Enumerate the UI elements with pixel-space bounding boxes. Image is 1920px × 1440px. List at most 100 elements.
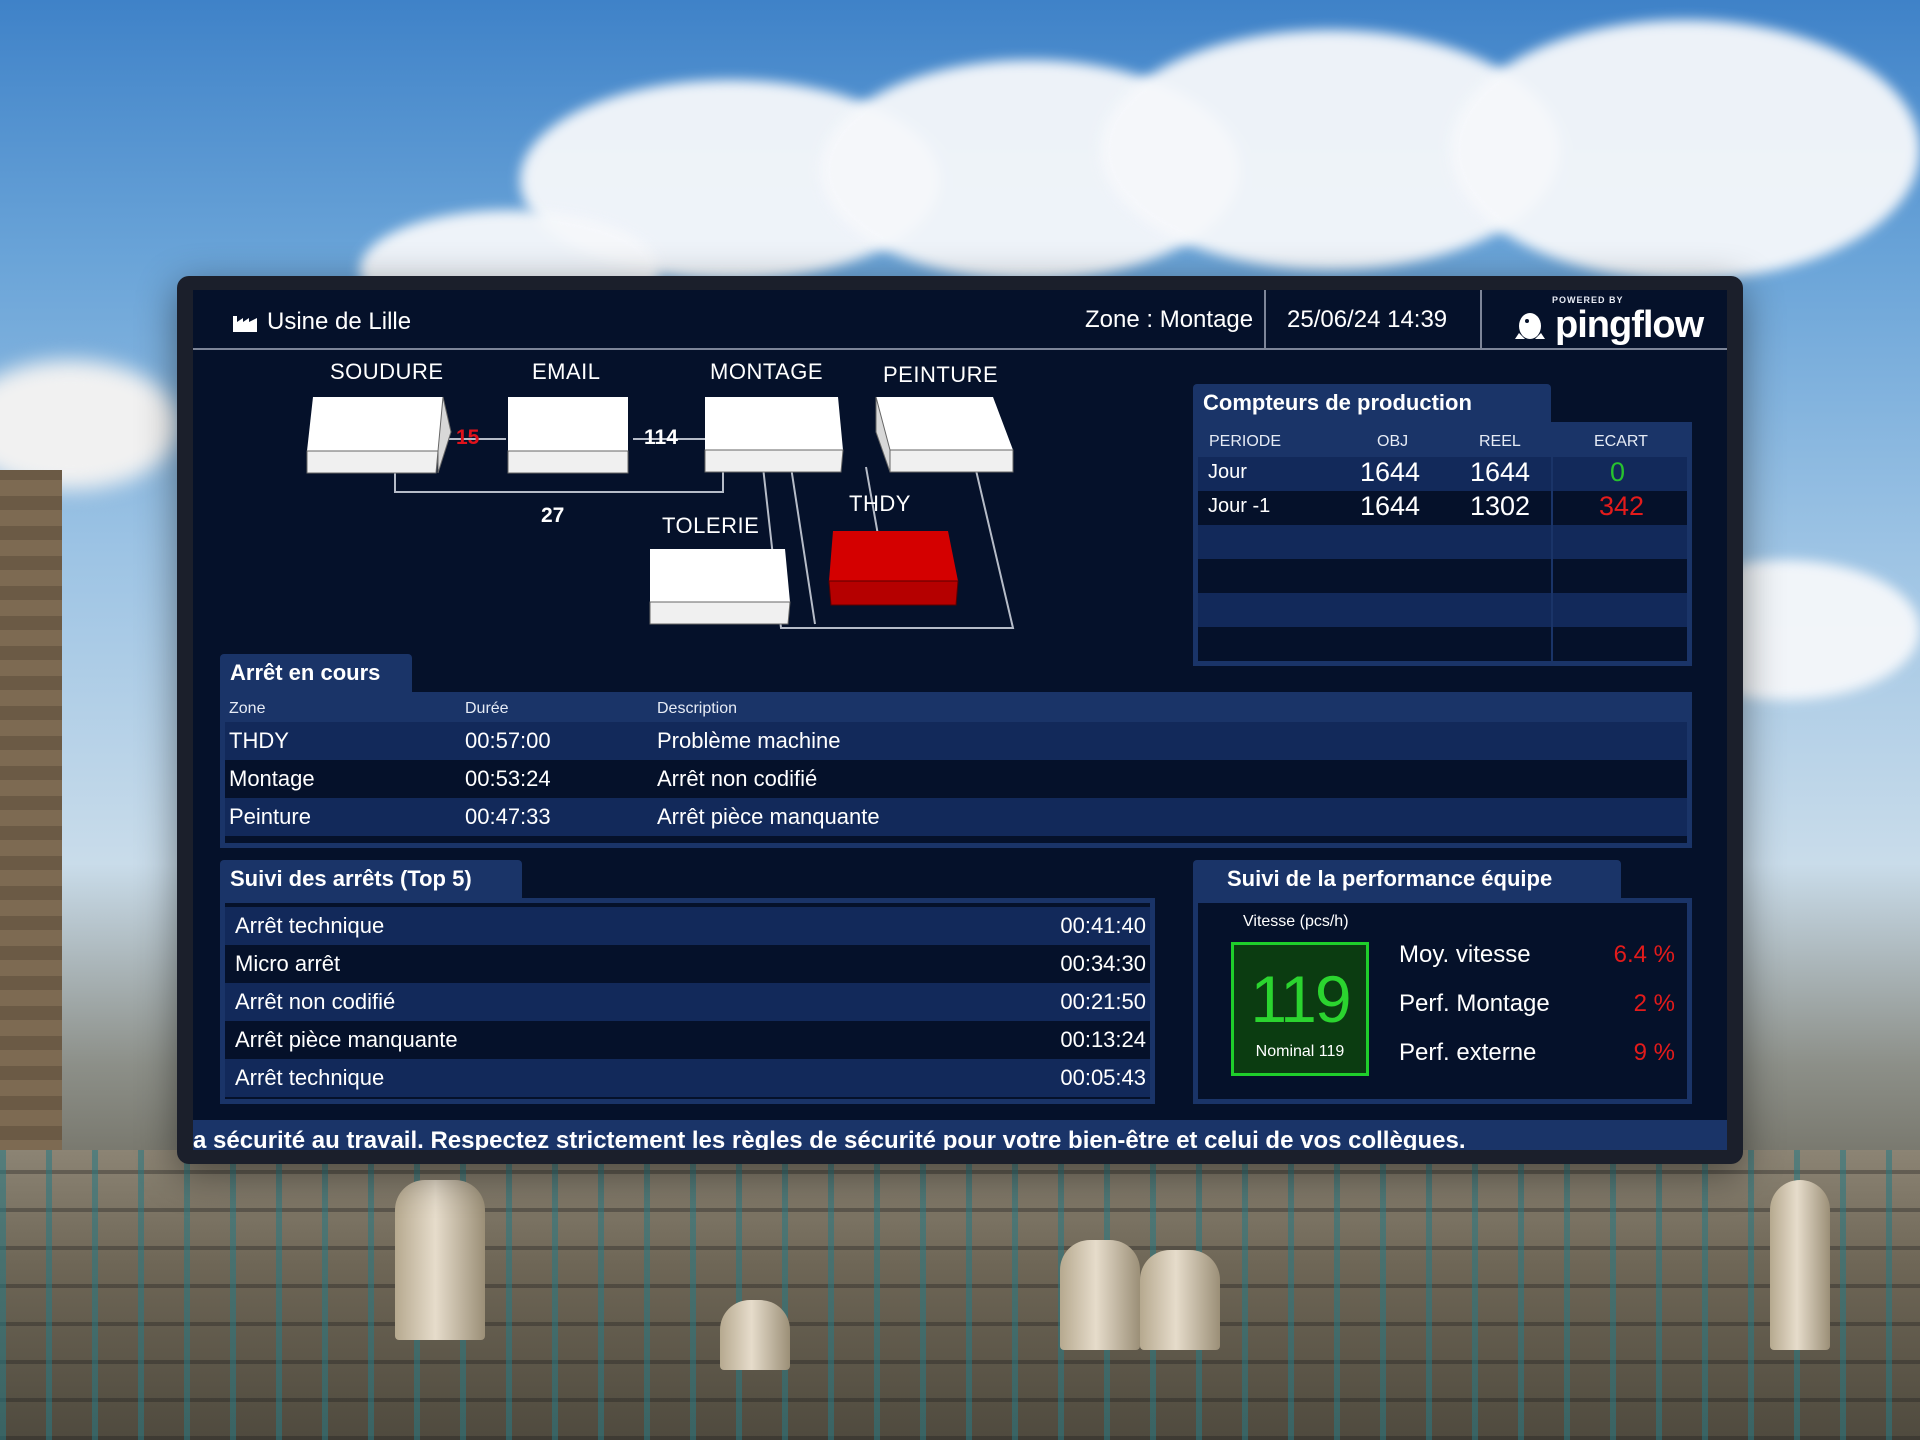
stop-description: Arrêt pièce manquante [657,804,880,829]
table-row: Montage 00:53:24 Arrêt non codifié [225,760,1687,798]
stop-type-label: Micro arrêt [235,951,341,976]
stop-type-label: Arrêt technique [235,1065,385,1090]
column-divider [1551,427,1553,661]
flow-diagram-graphics [306,396,1015,629]
top-stops-title: Suivi des arrêts (Top 5) [220,860,522,900]
col-header-ecart: ECART [1594,433,1648,450]
station-label-email: EMAIL [532,359,601,384]
table-row: Peinture 00:47:33 Arrêt pièce manquante [225,798,1687,836]
speed-nominal: Nominal 119 [1255,1043,1345,1060]
stop-type-label: Arrêt pièce manquante [235,1027,458,1052]
stop-type-duration: 00:41:40 [1060,913,1146,938]
list-item: Arrêt non codifié 00:21:50 [225,983,1150,1021]
row-ecart: 0 [1610,457,1626,487]
station-label-peinture: PEINTURE [883,362,999,387]
pingflow-penguin-icon [1515,312,1545,339]
table-row: Jour 1644 1644 0 [1198,457,1687,491]
stop-duration: 00:57:00 [465,728,551,753]
list-item: Micro arrêt 00:34:30 [225,945,1150,983]
current-stops-header: Zone Durée Description [225,697,1687,722]
list-item: Arrêt technique 00:05:43 [225,1059,1150,1097]
empty-row [1198,559,1687,593]
dashboard-monitor: Usine de Lille Zone : Montage 25/06/24 1… [177,276,1743,1164]
perf-label: Perf. externe [1399,1039,1537,1066]
col-header-zone: Zone [229,700,266,717]
production-flow-diagram: SOUDURE EMAIL MONTAGE PEINTURE TOLERIE T… [193,352,1193,652]
stop-type-duration: 00:21:50 [1060,989,1146,1014]
speed-gauge: 119 Nominal 119 [1231,942,1369,1076]
list-item: Arrêt technique 00:41:40 [225,907,1150,945]
production-table-header: PERIODE OBJ REEL ECART [1198,427,1687,457]
stop-type-duration: 00:34:30 [1060,951,1146,976]
flow-count-email-montage: 114 [644,426,678,449]
flow-count-loop: 27 [541,504,565,527]
header-divider [1480,290,1482,350]
production-counters-panel: PERIODE OBJ REEL ECART Jour 1644 1644 0 … [1193,422,1692,666]
station-label-thdy: THDY [849,491,911,516]
table-row: THDY 00:57:00 Problème machine [225,722,1687,760]
perf-value: 2 % [1633,990,1675,1017]
col-header-duration: Durée [465,700,509,717]
zone-label: Zone : Montage [1085,306,1254,333]
dashboard-screen: Usine de Lille Zone : Montage 25/06/24 1… [193,290,1727,1150]
site-name: Usine de Lille [267,308,412,335]
stop-zone: Montage [229,766,315,791]
speed-caption: Vitesse (pcs/h) [1243,913,1349,930]
current-stops-title: Arrêt en cours [220,654,412,694]
brand-logo: pingflow [1513,304,1704,347]
current-stops-panel: Zone Durée Description THDY 00:57:00 Pro… [220,692,1692,848]
stop-type-label: Arrêt technique [235,913,385,938]
empty-row [1198,627,1687,661]
perf-value: 6.4 % [1613,941,1675,968]
stop-description: Arrêt non codifié [657,766,818,791]
factory-icon [233,316,257,332]
station-box-peinture[interactable] [875,396,1014,473]
col-header-description: Description [657,700,738,717]
perf-value: 9 % [1633,1039,1675,1066]
speed-value: 119 [1250,962,1351,1036]
team-performance-title: Suivi de la performance équipe [1193,860,1621,900]
stop-type-duration: 00:05:43 [1060,1065,1146,1090]
stop-duration: 00:47:33 [465,804,551,829]
col-header-period: PERIODE [1209,433,1282,450]
brand-name: pingflow [1555,304,1704,346]
top-bar: Usine de Lille Zone : Montage 25/06/24 1… [193,290,1727,350]
stop-description: Problème machine [657,728,841,753]
station-box-thdy[interactable] [828,531,959,606]
stop-type-duration: 00:13:24 [1060,1027,1146,1052]
stop-zone: Peinture [229,804,311,829]
col-header-obj: OBJ [1377,433,1409,450]
flow-count-soudure-email: 15 [456,426,480,449]
perf-label: Moy. vitesse [1399,941,1531,968]
stop-zone: THDY [229,728,289,753]
team-performance-panel: Vitesse (pcs/h) 119 Nominal 119 Moy. vit… [1193,898,1692,1104]
station-label-tolerie: TOLERIE [662,513,760,538]
safety-ticker: a sécurité au travail. Respectez stricte… [193,1120,1727,1150]
header-divider [1264,290,1266,350]
table-row: Jour -1 1644 1302 342 [1198,491,1687,525]
row-ecart: 342 [1599,491,1645,521]
station-box-soudure[interactable] [306,396,452,474]
list-item: Arrêt pièce manquante 00:13:24 [225,1021,1150,1059]
empty-row [1198,525,1687,559]
stop-type-label: Arrêt non codifié [235,989,396,1014]
row-reel: 1644 [1470,457,1531,487]
perf-label: Perf. Montage [1399,990,1550,1017]
row-obj: 1644 [1360,491,1421,521]
production-counters-title: Compteurs de production [1193,384,1551,424]
station-label-soudure: SOUDURE [330,359,444,384]
site-title: Usine de Lille [233,308,411,336]
row-period: Jour -1 [1208,495,1271,517]
row-period: Jour [1208,461,1247,483]
stop-duration: 00:53:24 [465,766,551,791]
top-stops-panel: Arrêt technique 00:41:40 Micro arrêt 00:… [220,898,1155,1104]
empty-row [1198,593,1687,627]
station-box-tolerie[interactable] [649,549,791,625]
station-label-montage: MONTAGE [710,359,824,384]
datetime-label: 25/06/24 14:39 [1287,306,1448,333]
station-box-montage[interactable] [704,397,844,473]
col-header-reel: REEL [1479,433,1521,450]
row-obj: 1644 [1360,457,1421,487]
station-box-email[interactable] [507,397,629,474]
row-reel: 1302 [1470,491,1531,521]
